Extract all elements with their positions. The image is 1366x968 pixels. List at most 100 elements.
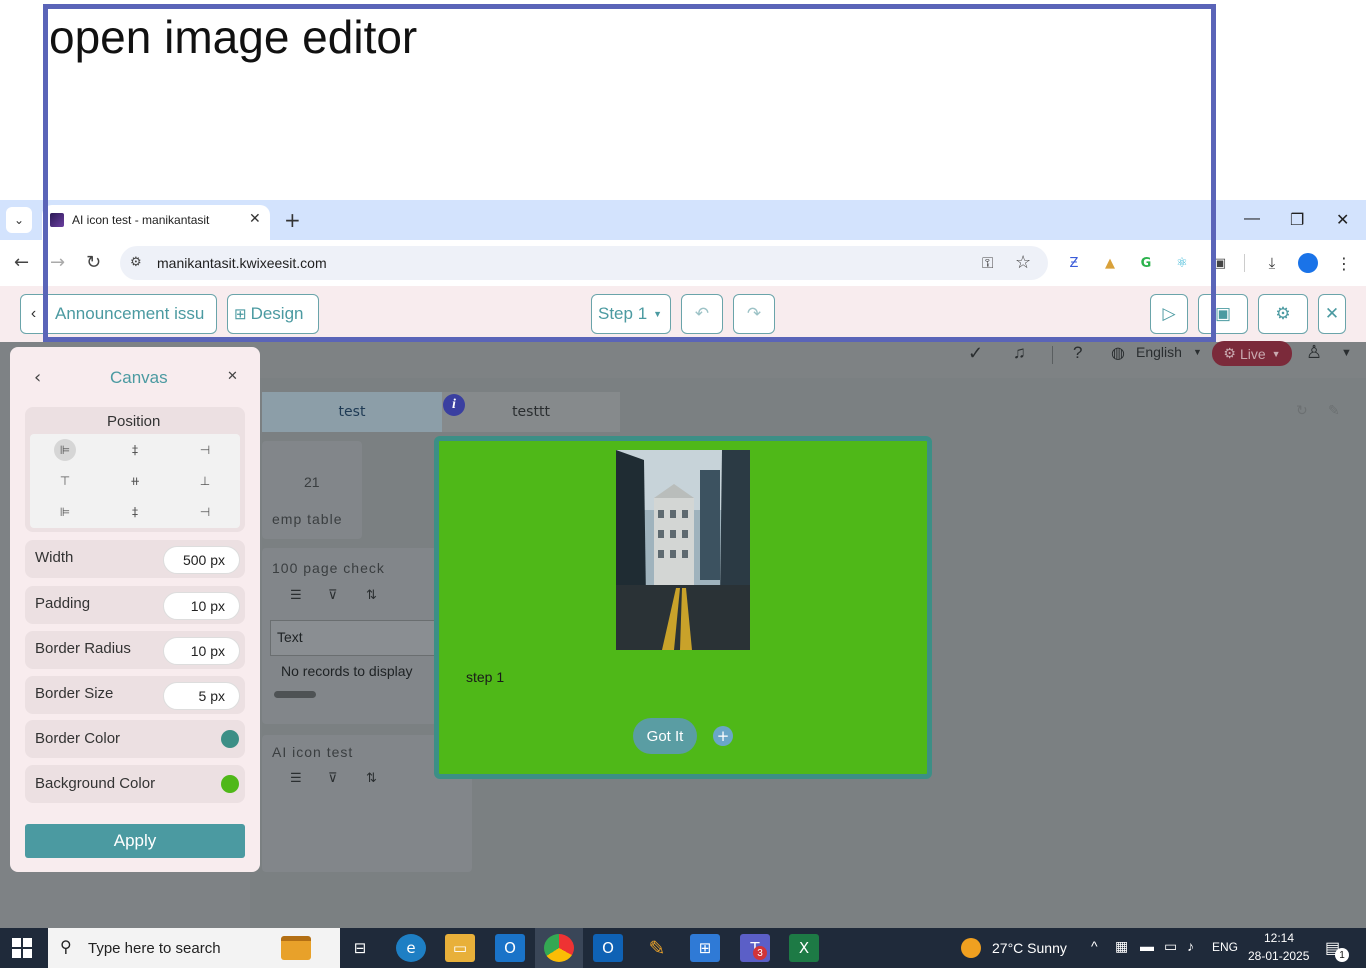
align-top-right-icon[interactable]: ⊣ (170, 434, 240, 465)
outlook-icon[interactable]: O (593, 934, 623, 962)
tray-chevron-icon[interactable]: ^ (1091, 938, 1098, 954)
align-top-center-icon[interactable]: ‡ (100, 434, 170, 465)
tasks-check-icon[interactable]: ✓ (968, 343, 983, 364)
align-bottom-right-icon[interactable]: ⊣ (170, 497, 240, 528)
chrome-icon[interactable] (544, 934, 574, 962)
taskbar-time[interactable]: 12:14 (1264, 931, 1294, 945)
announcement-back-button[interactable]: ‹ Announcement issu (20, 294, 217, 334)
bell-icon[interactable]: ♫ (1013, 343, 1026, 363)
minimize-button[interactable]: — (1244, 210, 1260, 228)
edge-browser-icon[interactable]: e (396, 934, 426, 962)
align-middle-right-icon[interactable]: ⊥ (170, 465, 240, 496)
password-key-icon[interactable]: ⚿ (982, 254, 993, 272)
border-radius-input[interactable]: 10 px (163, 637, 240, 665)
reload-icon[interactable]: ↻ (86, 252, 101, 273)
sort-icon[interactable]: ⇅ (366, 770, 377, 786)
align-bottom-center-icon[interactable]: ‡ (100, 497, 170, 528)
new-tab-button[interactable]: + (284, 208, 301, 232)
tray-display-icon[interactable]: ▭ (1164, 938, 1177, 955)
extension-z-icon[interactable]: Ƶ (1065, 254, 1083, 272)
download-icon[interactable]: ⤓ (1263, 254, 1281, 272)
file-explorer-icon[interactable]: ▭ (445, 934, 475, 962)
extension-triangle-icon[interactable]: ▲ (1101, 254, 1119, 272)
align-top-left-icon[interactable]: ⊫ (30, 434, 100, 465)
settings-button[interactable]: ⚙ (1258, 294, 1308, 334)
align-middle-left-icon[interactable]: ⊤ (30, 465, 100, 496)
step-select[interactable]: Step 1 ▼ (591, 294, 671, 334)
language-select[interactable]: English (1136, 344, 1182, 360)
store-icon[interactable]: ⊞ (690, 934, 720, 962)
border-color-swatch[interactable] (221, 730, 239, 748)
tab-testtt[interactable]: testtt (442, 392, 620, 432)
back-arrow-icon[interactable]: ← (14, 252, 29, 273)
weather-sun-icon (961, 938, 981, 958)
restore-button[interactable]: ❐ (1290, 210, 1304, 230)
tray-volume-icon[interactable]: ♪ (1187, 938, 1194, 954)
edit-icon[interactable]: ✎ (1328, 402, 1340, 419)
excel-icon[interactable]: X (789, 934, 819, 962)
emp-label: emp table (272, 511, 343, 527)
url-text[interactable]: manikantasit.kwixeesit.com (157, 255, 327, 271)
table-column-text: Text (277, 629, 303, 645)
tab-close-button[interactable]: ✕ (249, 211, 261, 227)
taskbar-search-placeholder[interactable]: Type here to search (88, 940, 221, 957)
outlook-new-icon[interactable]: O (495, 934, 525, 962)
width-label: Width (35, 549, 74, 566)
undo-button[interactable]: ↶ (681, 294, 723, 334)
tray-battery-icon[interactable]: ▬ (1140, 938, 1154, 954)
popup-image[interactable] (616, 450, 750, 650)
tab-test[interactable]: test (262, 392, 442, 432)
extension-grammarly-icon[interactable]: G (1137, 254, 1155, 272)
live-toggle[interactable]: ⚙ Live ▼ (1212, 341, 1292, 366)
list-view-icon[interactable]: ☰ (290, 770, 302, 786)
width-input[interactable]: 500 px (163, 546, 240, 574)
extensions-puzzle-icon[interactable]: ▣ (1211, 254, 1229, 272)
filter-icon[interactable]: ⊽ (328, 770, 338, 786)
window-close-button[interactable]: ✕ (1336, 210, 1349, 230)
add-button[interactable]: + (713, 726, 733, 746)
bookmark-star-icon[interactable]: ☆ (1015, 252, 1031, 273)
position-label: Position (107, 413, 161, 430)
filter-icon[interactable]: ⊽ (328, 587, 338, 603)
preview-button[interactable]: ▷ (1150, 294, 1188, 334)
list-view-icon[interactable]: ☰ (290, 587, 302, 603)
user-caret-icon[interactable]: ▼ (1341, 347, 1352, 359)
panel-close-icon[interactable]: ✕ (227, 369, 238, 384)
sort-icon[interactable]: ⇅ (366, 587, 377, 603)
briefcase-icon[interactable] (281, 936, 311, 960)
user-icon[interactable]: ♙ (1306, 342, 1322, 363)
background-color-label: Background Color (35, 775, 156, 792)
windows-start-icon[interactable] (12, 938, 32, 958)
step-select-label: Step 1 (598, 304, 648, 323)
weather-text[interactable]: 27°C Sunny (992, 940, 1067, 956)
close-editor-button[interactable]: ✕ (1318, 294, 1346, 334)
align-bottom-left-icon[interactable]: ⊫ (30, 497, 100, 528)
task-view-icon[interactable]: ⊟ (345, 934, 375, 962)
browser-menu-icon[interactable]: ⋮ (1335, 254, 1353, 273)
background-color-swatch[interactable] (221, 775, 239, 793)
position-grid: ⊫ ‡ ⊣ ⊤ ⧺ ⊥ ⊫ ‡ ⊣ (30, 434, 240, 528)
align-middle-center-icon[interactable]: ⧺ (100, 465, 170, 496)
border-size-input[interactable]: 5 px (163, 682, 240, 710)
design-button[interactable]: ⊞ Design (227, 294, 319, 334)
padding-input[interactable]: 10 px (163, 592, 240, 620)
forward-arrow-icon[interactable]: → (50, 252, 65, 273)
tray-language[interactable]: ENG (1212, 940, 1238, 954)
panel-back-icon[interactable]: ‹ (34, 367, 41, 388)
help-icon[interactable]: ? (1073, 343, 1082, 363)
paint-icon[interactable]: ✎ (642, 934, 672, 962)
profile-avatar-icon[interactable] (1298, 253, 1318, 273)
apply-button[interactable]: Apply (25, 824, 245, 858)
tab-search-button[interactable]: ⌄ (6, 207, 32, 233)
tray-network-icon[interactable]: ▦ (1115, 938, 1128, 955)
taskbar-date[interactable]: 28-01-2025 (1248, 949, 1309, 963)
info-icon[interactable]: i (443, 394, 465, 416)
site-info-icon[interactable]: ⚙ (130, 255, 142, 270)
panel-title: Canvas (110, 368, 168, 387)
refresh-icon[interactable]: ↻ (1296, 402, 1308, 419)
save-button[interactable]: ▣ (1198, 294, 1248, 334)
got-it-button[interactable]: Got It (633, 718, 697, 754)
extension-react-icon[interactable]: ⚛ (1173, 254, 1191, 272)
table-scrollbar[interactable] (274, 691, 316, 698)
redo-button[interactable]: ↷ (733, 294, 775, 334)
